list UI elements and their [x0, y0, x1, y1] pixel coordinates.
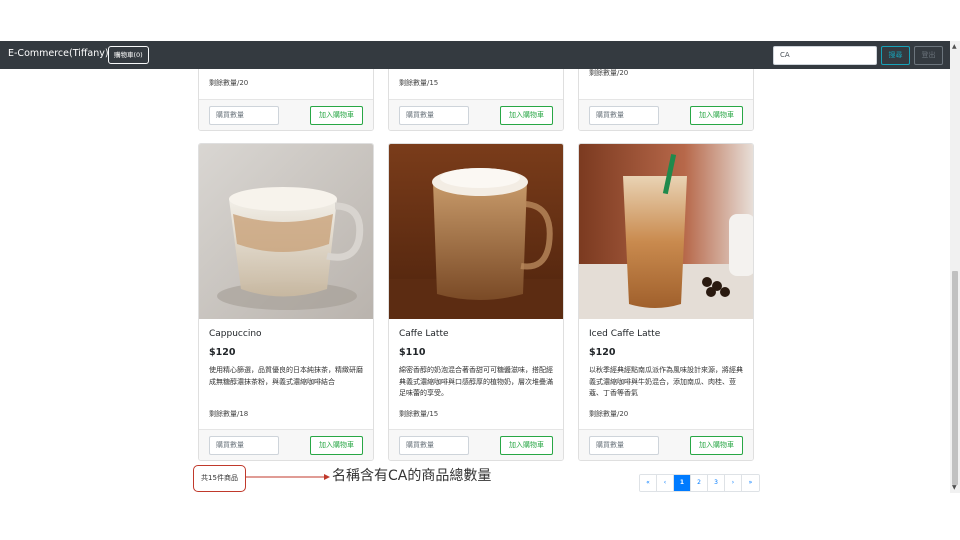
quantity-input[interactable]: 購買數量	[209, 436, 279, 455]
page-last-button[interactable]: »	[742, 475, 759, 491]
add-to-cart-button[interactable]: 加入購物車	[310, 436, 363, 455]
product-price: $120	[589, 347, 616, 358]
stock-text: 剩餘數量/20	[589, 410, 629, 418]
product-card-iced-caffe-latte: Iced Caffe Latte $120 以秋季經典經點南瓜派作為風味設計來源…	[578, 143, 754, 461]
product-name: Iced Caffe Latte	[589, 329, 661, 339]
total-count-label: 共15件商品	[193, 465, 246, 492]
product-price: $120	[209, 347, 236, 358]
quantity-input[interactable]: 購買數量	[589, 436, 659, 455]
page-top-margin	[0, 0, 950, 41]
add-to-cart-button[interactable]: 加入購物車	[690, 436, 743, 455]
product-card-caffe-latte: Caffe Latte $110 綿密香醇的奶泡混合著香甜可可糖醬滋味，搭配經典…	[388, 143, 564, 461]
add-to-cart-button[interactable]: 加入購物車	[500, 106, 553, 125]
product-image-caffe-latte	[389, 144, 563, 319]
add-to-cart-button[interactable]: 加入購物車	[500, 436, 553, 455]
scroll-down-arrow-icon[interactable]: ▼	[952, 484, 957, 491]
search-button[interactable]: 搜尋	[881, 46, 910, 65]
card-footer: 購買數量 加入購物車	[389, 99, 563, 130]
page: E-Commerce(Tiffany) 購物車(0) CA 搜尋 登出 ▲ ▼ …	[0, 0, 960, 540]
pagination: « ‹ 1 2 3 › »	[639, 474, 760, 492]
card-footer: 購買數量 加入購物車	[579, 429, 753, 460]
product-description: 綿密香醇的奶泡混合著香甜可可糖醬滋味，搭配經典義式濃縮咖啡與口感醇厚的植物奶，層…	[399, 366, 553, 397]
stock-text: 剩餘數量/15	[399, 79, 439, 87]
quantity-input[interactable]: 購買數量	[589, 106, 659, 125]
product-image-iced-caffe-latte	[579, 144, 753, 319]
add-to-cart-button[interactable]: 加入購物車	[310, 106, 363, 125]
product-price: $110	[399, 347, 426, 358]
page-1-button[interactable]: 1	[674, 475, 691, 491]
page-first-button[interactable]: «	[640, 475, 657, 491]
annotation-arrow-icon	[246, 474, 330, 480]
quantity-input[interactable]: 購買數量	[399, 436, 469, 455]
quantity-input[interactable]: 購買數量	[399, 106, 469, 125]
stock-text: 剩餘數量/20	[589, 69, 629, 77]
page-3-button[interactable]: 3	[708, 475, 725, 491]
search-input[interactable]: CA	[773, 46, 877, 65]
annotation-text: 名稱含有CA的商品總數量	[332, 468, 492, 484]
product-description: 以秋季經典經點南瓜派作為風味設計來源，將經典義式濃縮咖啡與牛奶混合，添加南瓜、肉…	[589, 366, 743, 397]
brand-link[interactable]: E-Commerce(Tiffany)	[8, 48, 109, 59]
page-prev-button[interactable]: ‹	[657, 475, 674, 491]
scroll-up-arrow-icon[interactable]: ▲	[952, 43, 957, 50]
add-to-cart-button[interactable]: 加入購物車	[690, 106, 743, 125]
card-footer: 購買數量 加入購物車	[199, 429, 373, 460]
quantity-input[interactable]: 購買數量	[209, 106, 279, 125]
scroll-thumb[interactable]	[952, 271, 958, 485]
stock-text: 剩餘數量/20	[209, 79, 249, 87]
page-scrollbar[interactable]: ▲ ▼	[950, 41, 960, 493]
stock-text: 剩餘數量/15	[399, 410, 439, 418]
cart-button[interactable]: 購物車(0)	[108, 46, 149, 64]
card-footer: 購買數量 加入購物車	[579, 99, 753, 130]
card-footer: 購買數量 加入購物車	[389, 429, 563, 460]
product-name: Cappuccino	[209, 329, 262, 339]
product-image-cappuccino	[199, 144, 373, 319]
page-next-button[interactable]: ›	[725, 475, 742, 491]
product-description: 使用精心篩選，品質優良的日本純抹茶，精緻研磨成無糖醇濃抹茶粉，與義式濃縮咖啡結合	[209, 366, 363, 386]
stock-text: 剩餘數量/18	[209, 410, 249, 418]
page-2-button[interactable]: 2	[691, 475, 708, 491]
logout-button[interactable]: 登出	[914, 46, 943, 65]
product-name: Caffe Latte	[399, 329, 449, 339]
top-navbar-overlay: E-Commerce(Tiffany) 購物車(0) CA 搜尋 登出	[0, 41, 950, 69]
product-card-cappuccino: Cappuccino $120 使用精心篩選，品質優良的日本純抹茶，精緻研磨成無…	[198, 143, 374, 461]
card-footer: 購買數量 加入購物車	[199, 99, 373, 130]
